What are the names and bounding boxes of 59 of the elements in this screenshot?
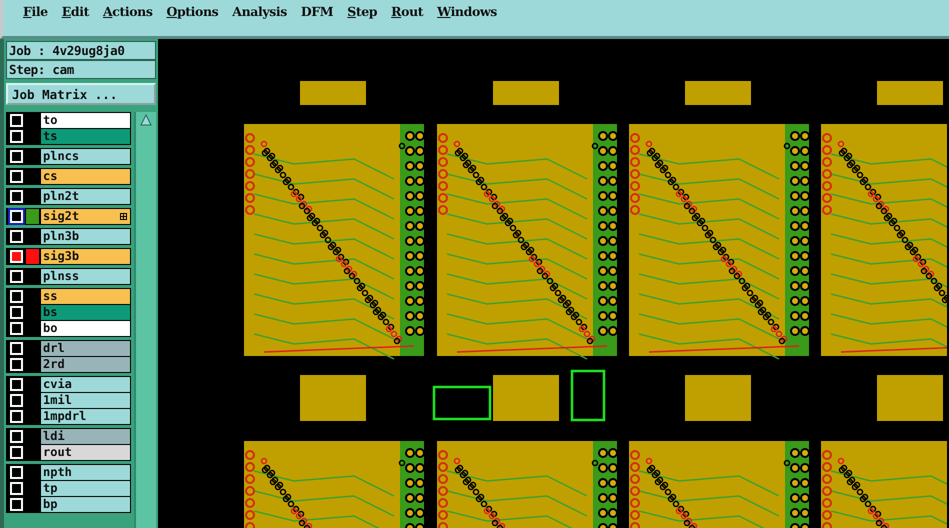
layer-checkbox[interactable] <box>10 306 23 319</box>
layer-checkbox[interactable] <box>10 378 23 391</box>
layer-checkbox[interactable] <box>10 430 23 443</box>
menu-item[interactable]: Rout <box>391 2 430 19</box>
grid-icon <box>120 213 127 220</box>
layer-name[interactable]: plnss <box>41 269 130 284</box>
layer-name[interactable]: drl <box>41 341 130 356</box>
layer-name[interactable]: ss <box>41 289 130 304</box>
layer-name[interactable]: ldi <box>41 429 130 444</box>
layer-name[interactable]: bo <box>41 321 130 336</box>
layer-name[interactable]: 1mil <box>41 393 130 408</box>
layer-checkbox[interactable] <box>10 190 23 203</box>
layer-name[interactable]: ts <box>41 129 130 144</box>
layer-name[interactable]: bs <box>41 305 130 320</box>
layer-name[interactable]: tp <box>41 481 130 496</box>
layer-name[interactable]: npth <box>41 465 130 480</box>
menu-item[interactable]: Edit <box>62 2 95 19</box>
menu-item[interactable]: Step <box>347 2 384 19</box>
layer-checkbox[interactable] <box>10 150 23 163</box>
menu-item[interactable]: Windows <box>437 2 503 19</box>
layer-name[interactable]: cs <box>41 169 130 184</box>
layer-checkbox[interactable] <box>10 130 23 143</box>
layer-name[interactable]: 2rd <box>41 357 130 372</box>
layer-checkbox[interactable] <box>10 230 23 243</box>
layer-checkbox[interactable] <box>10 250 23 263</box>
layer-checkbox[interactable] <box>10 466 23 479</box>
scrollbar[interactable] <box>134 112 156 528</box>
menu-item[interactable]: Actions <box>102 2 158 19</box>
layer-name[interactable]: plncs <box>41 149 130 164</box>
layer-name[interactable]: rout <box>41 445 130 460</box>
layer-checkbox[interactable] <box>10 498 23 511</box>
layer-checkbox[interactable] <box>10 290 23 303</box>
layer-name[interactable]: sig2t <box>41 209 130 224</box>
layer-checkbox[interactable] <box>10 322 23 335</box>
layer-name[interactable]: bp <box>41 497 130 512</box>
step-name: Step: cam <box>6 60 156 79</box>
layer-checkbox[interactable] <box>10 394 23 407</box>
layer-name[interactable]: pln2t <box>41 189 130 204</box>
job-matrix-button[interactable]: Job Matrix ... <box>6 83 156 105</box>
layer-name[interactable]: 1mpdrl <box>41 409 130 424</box>
layer-checkbox[interactable] <box>10 410 23 423</box>
job-name: Job : 4v29ug8ja0 <box>6 41 156 60</box>
layer-name[interactable]: pln3b <box>41 229 130 244</box>
layer-checkbox[interactable] <box>10 170 23 183</box>
layer-checkbox[interactable] <box>10 482 23 495</box>
menu-item[interactable]: Analysis <box>232 2 293 19</box>
layer-checkbox[interactable] <box>10 270 23 283</box>
layer-checkbox[interactable] <box>10 210 23 223</box>
layer-checkbox[interactable] <box>10 446 23 459</box>
scroll-up-icon[interactable] <box>140 114 152 126</box>
layer-name[interactable]: to <box>41 113 130 128</box>
menu-item[interactable]: DFM <box>300 2 340 19</box>
layer-name[interactable]: cvia <box>41 377 130 392</box>
menu-item[interactable]: Options <box>166 2 224 19</box>
layer-checkbox[interactable] <box>10 342 23 355</box>
layer-checkbox[interactable] <box>10 114 23 127</box>
layer-name[interactable]: sig3b <box>41 249 130 264</box>
layer-checkbox[interactable] <box>10 358 23 371</box>
menu-item[interactable]: File <box>23 2 54 19</box>
